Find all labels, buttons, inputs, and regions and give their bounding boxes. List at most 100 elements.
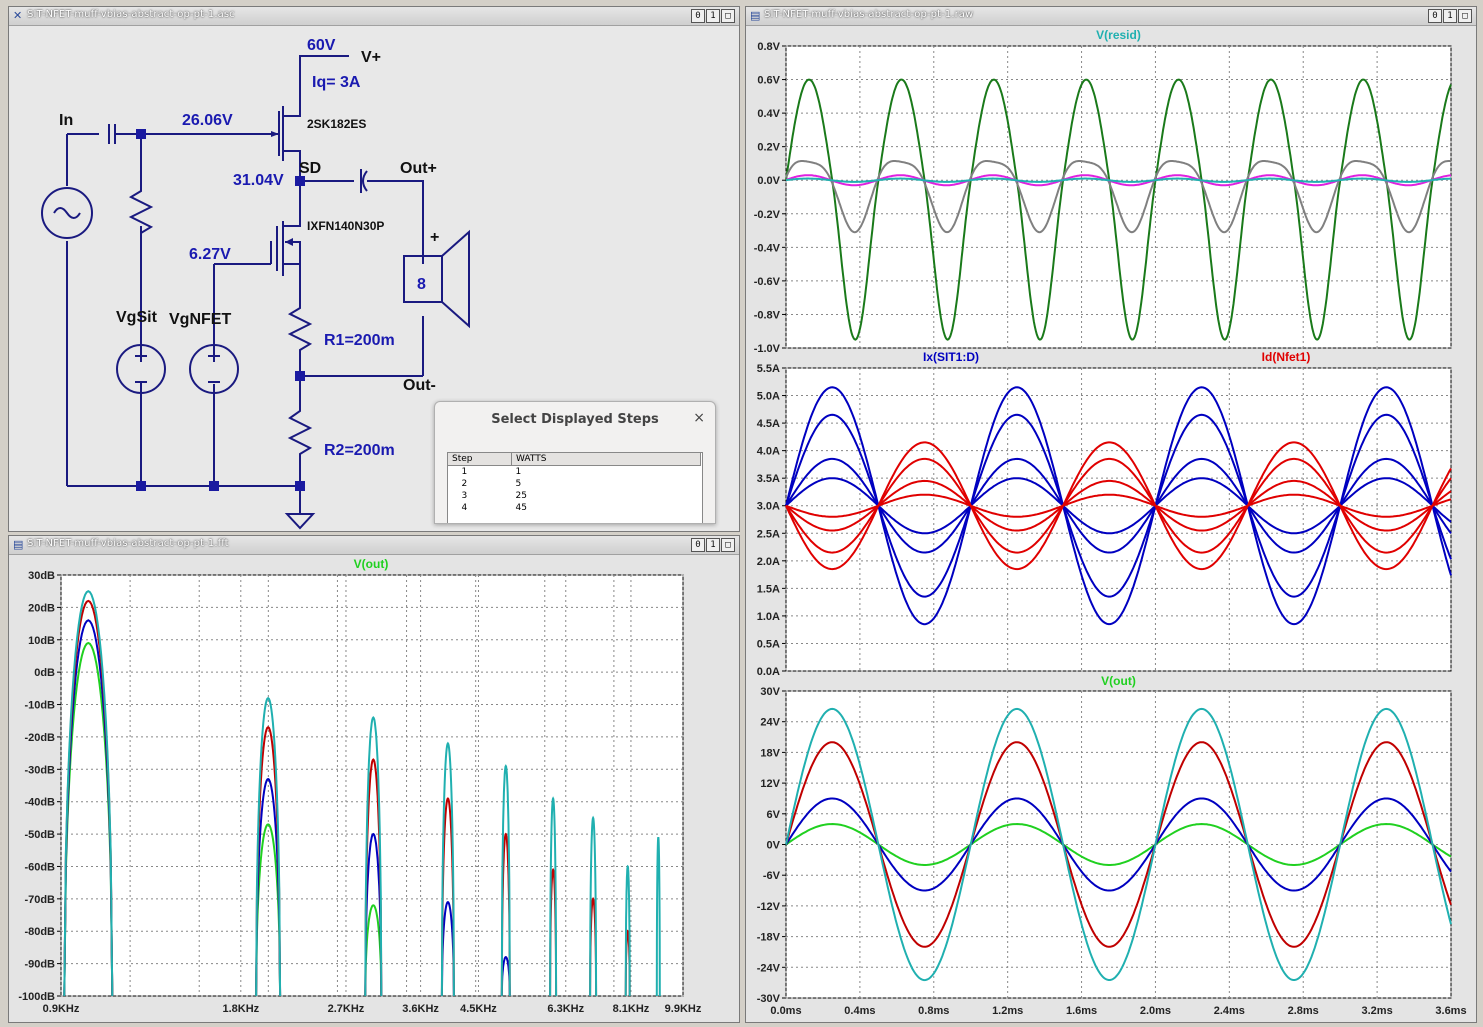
fft-title: SIT-NFET-muff-vbias-abstract-op-pt-1.fft: [27, 538, 229, 549]
vresid-y-tick-label: -0.6V: [754, 276, 781, 288]
waveform-app-icon: ▤: [13, 538, 24, 551]
current-y-tick-label: 0.5A: [757, 638, 780, 650]
sd-voltage-label: 31.04V: [233, 172, 284, 189]
fft-x-tick-label: 2.7KHz: [328, 1003, 365, 1015]
vresid-title: V(resid): [1096, 28, 1141, 42]
fft-x-tick-label: 1.8KHz: [222, 1003, 259, 1015]
vout-x-tick-label: 3.2ms: [1362, 1005, 1393, 1017]
fft-window[interactable]: ▤ SIT-NFET-muff-vbias-abstract-op-pt-1.f…: [8, 535, 740, 1023]
fft-chart[interactable]: 30dB 20dB 10dB 0dB -10dB -20dB -30dB -40dB -50dB…: [9, 555, 739, 1023]
vresid-y-tick-label: -0.2V: [754, 209, 781, 221]
vout-x-tick-label: 2.8ms: [1288, 1005, 1319, 1017]
watts-column-header[interactable]: WATTS: [511, 452, 701, 466]
fft-y-tick-label: -30dB: [24, 764, 55, 776]
fft-x-tick-label: 4.5KHz: [460, 1003, 497, 1015]
fft-y-tick-label: -20dB: [24, 732, 55, 744]
watts-cell: 25: [511, 490, 701, 502]
fft-title: V(out): [354, 557, 389, 571]
current-y-tick-label: 0.0A: [757, 666, 780, 678]
vresid-y-tick-label: 0.8V: [757, 41, 780, 53]
vout-y-tick-label: 6V: [767, 809, 781, 821]
step-cell: 3: [447, 490, 512, 502]
r1-label: R1=200m: [324, 332, 395, 349]
waveform-title: SIT-NFET-muff-vbias-abstract-op-pt-1.raw: [764, 9, 974, 20]
out-plus-label: Out+: [400, 160, 437, 177]
fft-y-tick-label: -70dB: [24, 894, 55, 906]
vresid-y-tick-label: -0.8V: [754, 309, 781, 321]
vresid-y-tick-label: 0.4V: [757, 108, 780, 120]
sd-node-label: SD: [299, 160, 321, 177]
table-row[interactable]: 11: [447, 465, 701, 478]
fft-x-tick-label: 3.6KHz: [402, 1003, 439, 1015]
fft-y-tick-label: 0dB: [34, 667, 55, 679]
vout-y-tick-label: 24V: [760, 717, 780, 729]
minimize-button[interactable]: 0: [691, 538, 705, 552]
vout-y-tick-label: -24V: [757, 962, 781, 974]
current-y-tick-label: 1.5A: [757, 583, 780, 595]
vout-y-tick-label: -18V: [757, 932, 781, 944]
schematic-titlebar[interactable]: ✕ SIT-NFET-muff-vbias-abstract-op-pt-1.a…: [9, 7, 739, 26]
iq-label: Iq= 3A: [312, 74, 361, 91]
nfet-gate-voltage-label: 6.27V: [189, 246, 231, 263]
gate-voltage-label: 26.06V: [182, 112, 233, 129]
fft-x-tick-label: 9.9KHz: [665, 1003, 702, 1015]
input-label: In: [59, 112, 73, 129]
vresid-y-tick-label: 0.6V: [757, 75, 780, 87]
out-minus-label: Out-: [403, 377, 436, 394]
table-row[interactable]: 3 25: [447, 490, 701, 502]
restore-button[interactable]: 1: [706, 9, 720, 23]
vout-y-tick-label: -12V: [757, 901, 781, 913]
vout-y-tick-label: 0V: [767, 840, 781, 852]
current-title-sit: Ix(SIT1:D): [923, 350, 979, 364]
vresid-y-tick-label: -1.0V: [754, 343, 781, 355]
step-column-header[interactable]: Step: [447, 452, 512, 466]
waveform-window[interactable]: ▤ SIT-NFET-muff-vbias-abstract-op-pt-1.r…: [745, 6, 1477, 1023]
restore-button[interactable]: 1: [706, 538, 720, 552]
vout-x-tick-label: 1.6ms: [1066, 1005, 1097, 1017]
close-icon[interactable]: ×: [693, 410, 705, 426]
fft-y-tick-label: -60dB: [24, 861, 55, 873]
step-cell: 1: [447, 465, 512, 478]
vout-x-tick-label: 0.8ms: [918, 1005, 949, 1017]
vout-y-tick-label: 30V: [760, 686, 780, 698]
current-y-tick-label: 3.0A: [757, 501, 780, 513]
waveform-charts[interactable]: 0.8V 0.6V 0.4V 0.2V 0.0V -0.2V -0.4V -0.6V -0.8V…: [746, 26, 1476, 1023]
fft-canvas[interactable]: 30dB 20dB 10dB 0dB -10dB -20dB -30dB -40dB -50dB…: [9, 555, 739, 1022]
vout-y-tick-label: -30V: [757, 993, 781, 1005]
maximize-button[interactable]: □: [721, 9, 735, 23]
select-steps-dialog[interactable]: Select Displayed Steps × Step WATTS 11 2…: [434, 401, 716, 524]
vgsit-label: VgSit: [116, 309, 158, 326]
current-y-tick-label: 5.5A: [757, 363, 780, 375]
maximize-button[interactable]: □: [1458, 9, 1472, 23]
table-row[interactable]: 4 45: [447, 502, 701, 514]
dialog-title: Select Displayed Steps: [491, 412, 659, 427]
fft-y-tick-label: 30dB: [28, 570, 55, 582]
restore-button[interactable]: 1: [1443, 9, 1457, 23]
vout-x-tick-label: 0.4ms: [844, 1005, 875, 1017]
maximize-button[interactable]: □: [721, 538, 735, 552]
fft-y-tick-label: -40dB: [24, 797, 55, 809]
minimize-button[interactable]: 0: [691, 9, 705, 23]
minimize-button[interactable]: 0: [1428, 9, 1442, 23]
table-row[interactable]: 25: [447, 478, 701, 490]
current-y-tick-label: 5.0A: [757, 391, 780, 403]
vout-x-tick-label: 2.4ms: [1214, 1005, 1245, 1017]
current-plot-area: [785, 367, 1452, 672]
fft-titlebar[interactable]: ▤ SIT-NFET-muff-vbias-abstract-op-pt-1.f…: [9, 536, 739, 555]
current-y-tick-label: 2.0A: [757, 556, 780, 568]
schematic-title: SIT-NFET-muff-vbias-abstract-op-pt-1.asc: [27, 9, 235, 20]
waveform-app-icon: ▤: [750, 9, 761, 22]
vplus-label: V+: [361, 49, 381, 66]
waveform-canvas[interactable]: 0.8V 0.6V 0.4V 0.2V 0.0V -0.2V -0.4V -0.6V -0.8V…: [746, 26, 1476, 1022]
steps-table[interactable]: Step WATTS 11 25 3 25 4 45: [447, 452, 701, 514]
r2-label: R2=200m: [324, 442, 395, 459]
watts-cell: 5: [511, 478, 701, 490]
vout-x-tick-label: 3.6ms: [1435, 1005, 1466, 1017]
step-cell: 2: [447, 478, 512, 490]
fft-x-tick-label: 6.3KHz: [547, 1003, 584, 1015]
current-y-tick-label: 2.5A: [757, 528, 780, 540]
speaker-plus-label: +: [430, 229, 439, 246]
vgnfet-label: VgNFET: [169, 311, 231, 328]
waveform-titlebar[interactable]: ▤ SIT-NFET-muff-vbias-abstract-op-pt-1.r…: [746, 7, 1476, 26]
current-y-tick-label: 3.5A: [757, 473, 780, 485]
